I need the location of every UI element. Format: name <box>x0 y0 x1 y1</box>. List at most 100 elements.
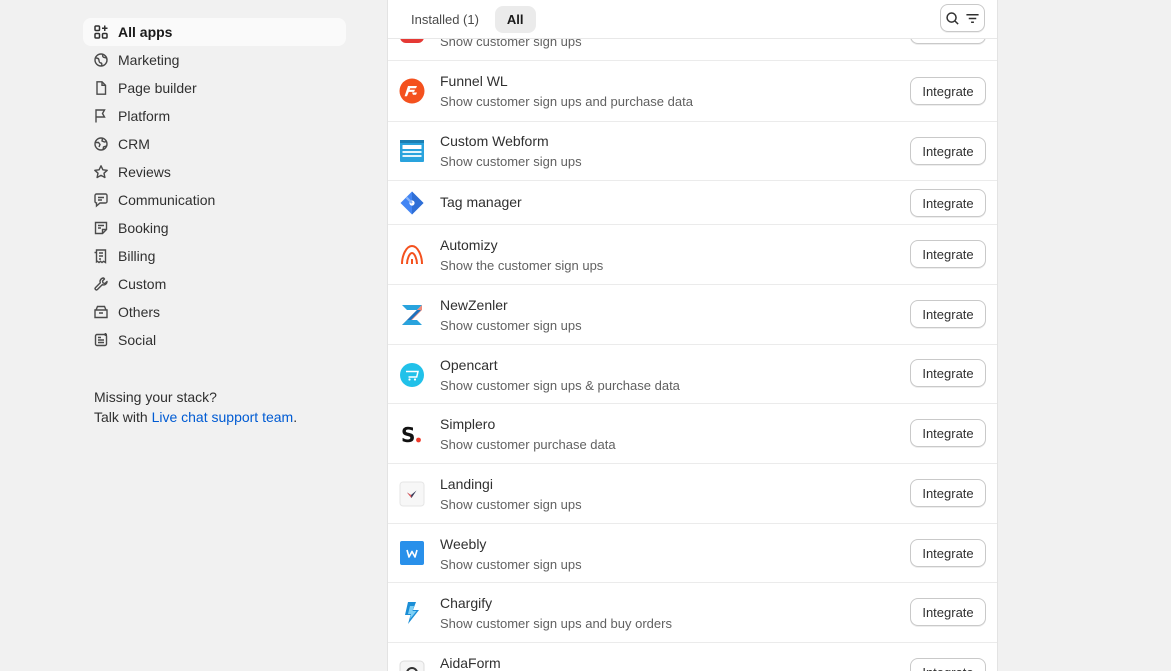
integration-row: Custom Webform Show customer sign ups In… <box>388 122 997 181</box>
integrate-button[interactable]: Integrate <box>910 658 986 671</box>
integration-name: Chargify <box>440 595 493 611</box>
sidebar-item-reviews[interactable]: Reviews <box>83 158 346 186</box>
sidebar-item-label: Reviews <box>118 164 171 180</box>
integrate-button[interactable]: Integrate <box>910 359 986 387</box>
integration-name: Automizy <box>440 237 498 253</box>
sidebar-item-page-builder[interactable]: Page builder <box>83 74 346 102</box>
integration-desc: Show the customer sign ups <box>440 258 604 273</box>
sidebar: All apps Marketing Page builder Platform… <box>83 18 346 354</box>
opencart-logo-icon <box>399 362 425 388</box>
sidebar-item-booking[interactable]: Booking <box>83 214 346 242</box>
integration-text: Tag manager <box>440 193 522 211</box>
sidebar-item-billing[interactable]: Billing <box>83 242 346 270</box>
tabs-bar: Installed (1) All <box>388 0 997 39</box>
integrate-button[interactable]: Integrate <box>910 137 986 165</box>
integration-text: Funnel WL Show customer sign ups and pur… <box>440 72 693 111</box>
integrate-button[interactable]: Integrate <box>910 240 986 268</box>
sidebar-item-label: Social <box>118 332 157 348</box>
integrate-button[interactable]: Integrate <box>910 189 986 217</box>
sidebar-item-label: Marketing <box>118 52 180 68</box>
sidebar-item-social[interactable]: Social <box>83 326 346 354</box>
sidebar-item-others[interactable]: Others <box>83 298 346 326</box>
apps-icon <box>93 24 109 40</box>
page-icon <box>93 80 109 96</box>
search-icon <box>945 11 960 26</box>
sidebar-item-marketing[interactable]: Marketing <box>83 46 346 74</box>
integration-name: Tag manager <box>440 194 522 210</box>
simplero-logo-icon: S <box>399 421 425 447</box>
integrate-button[interactable]: Integrate <box>910 77 986 105</box>
integration-text: Chargify Show customer sign ups and buy … <box>440 594 672 633</box>
note-icon <box>93 220 109 236</box>
live-chat-link[interactable]: Live chat support team <box>152 409 294 425</box>
integration-row: Tag manager Integrate <box>388 181 997 225</box>
svg-text:S: S <box>401 423 415 447</box>
integration-text: Simplero Show customer purchase data <box>440 415 616 454</box>
integration-name: NewZenler <box>440 297 508 313</box>
tab-all[interactable]: All <box>494 5 536 33</box>
integration-desc: Show customer sign ups <box>440 318 582 333</box>
globe-marketing-icon <box>93 52 109 68</box>
integration-text: NewZenler Show customer sign ups <box>440 296 582 335</box>
integration-name: Opencart <box>440 357 498 373</box>
tab-installed[interactable]: Installed (1) <box>399 6 491 33</box>
missing-stack-note: Missing your stack? Talk with Live chat … <box>94 387 297 427</box>
integration-desc: Show customer sign ups <box>440 497 582 512</box>
integration-row: Opencart Show customer sign ups & purcha… <box>388 345 997 404</box>
box-icon <box>93 304 109 320</box>
search-filter-button[interactable] <box>940 4 985 32</box>
integrate-button[interactable]: Integrate <box>910 598 986 626</box>
integrate-button[interactable]: Integrate <box>910 539 986 567</box>
integration-row: Chargify Show customer sign ups and buy … <box>388 583 997 643</box>
weebly-logo-icon <box>399 540 425 566</box>
integrate-button[interactable]: Integrate <box>910 300 986 328</box>
integration-desc: Show customer purchase data <box>440 437 616 452</box>
sidebar-item-label: Communication <box>118 192 216 208</box>
integration-row: AidaForm Integrate <box>388 643 997 671</box>
integration-text: Automizy Show the customer sign ups <box>440 236 603 275</box>
wrench-icon <box>93 276 109 292</box>
landingi-logo-icon <box>399 481 425 507</box>
social-icon <box>93 332 109 348</box>
integration-row: NewZenler Show customer sign ups Integra… <box>388 285 997 345</box>
sidebar-item-label: Custom <box>118 276 167 292</box>
integration-desc: Show customer sign ups and buy orders <box>440 616 672 631</box>
integration-name: Custom Webform <box>440 133 549 149</box>
integration-row: Automizy Show the customer sign ups Inte… <box>388 225 997 285</box>
integration-desc: Show customer sign ups <box>440 557 582 572</box>
integration-desc: Show customer sign ups <box>440 154 582 169</box>
sidebar-item-all-apps[interactable]: All apps <box>83 18 346 46</box>
integration-desc: Show customer sign ups & purchase data <box>440 378 680 393</box>
star-icon <box>93 164 109 180</box>
newzenler-logo-icon <box>399 302 425 328</box>
sidebar-item-label: Billing <box>118 248 156 264</box>
sidebar-item-communication[interactable]: Communication <box>83 186 346 214</box>
missing-stack-line: Talk with Live chat support team. <box>94 407 297 427</box>
sidebar-item-platform[interactable]: Platform <box>83 102 346 130</box>
integration-text: Opencart Show customer sign ups & purcha… <box>440 356 680 395</box>
automizy-logo-icon <box>399 242 425 268</box>
integration-name: Landingi <box>440 476 493 492</box>
sidebar-item-custom[interactable]: Custom <box>83 270 346 298</box>
filter-icon <box>965 11 980 26</box>
integration-name: AidaForm <box>440 655 501 671</box>
receipt-icon <box>93 248 109 264</box>
funnel-wl-logo-icon <box>399 78 425 104</box>
missing-suffix: . <box>293 409 298 425</box>
tag-manager-logo-icon <box>399 190 425 216</box>
integration-name: Funnel WL <box>440 73 508 89</box>
sidebar-item-label: All apps <box>118 24 173 40</box>
sidebar-item-label: Page builder <box>118 80 197 96</box>
sidebar-item-label: Others <box>118 304 161 320</box>
integrate-button[interactable]: Integrate <box>910 479 986 507</box>
sidebar-item-crm[interactable]: CRM <box>83 130 346 158</box>
custom-webform-logo-icon <box>399 138 425 164</box>
sidebar-item-label: CRM <box>118 136 150 152</box>
integrate-button[interactable]: Integrate <box>910 419 986 447</box>
missing-stack-title: Missing your stack? <box>94 389 217 405</box>
chat-icon <box>93 192 109 208</box>
integration-desc: Show customer sign ups and purchase data <box>440 94 693 109</box>
flag-icon <box>93 108 109 124</box>
globe-icon <box>93 136 109 152</box>
integration-text: Custom Webform Show customer sign ups <box>440 132 582 171</box>
